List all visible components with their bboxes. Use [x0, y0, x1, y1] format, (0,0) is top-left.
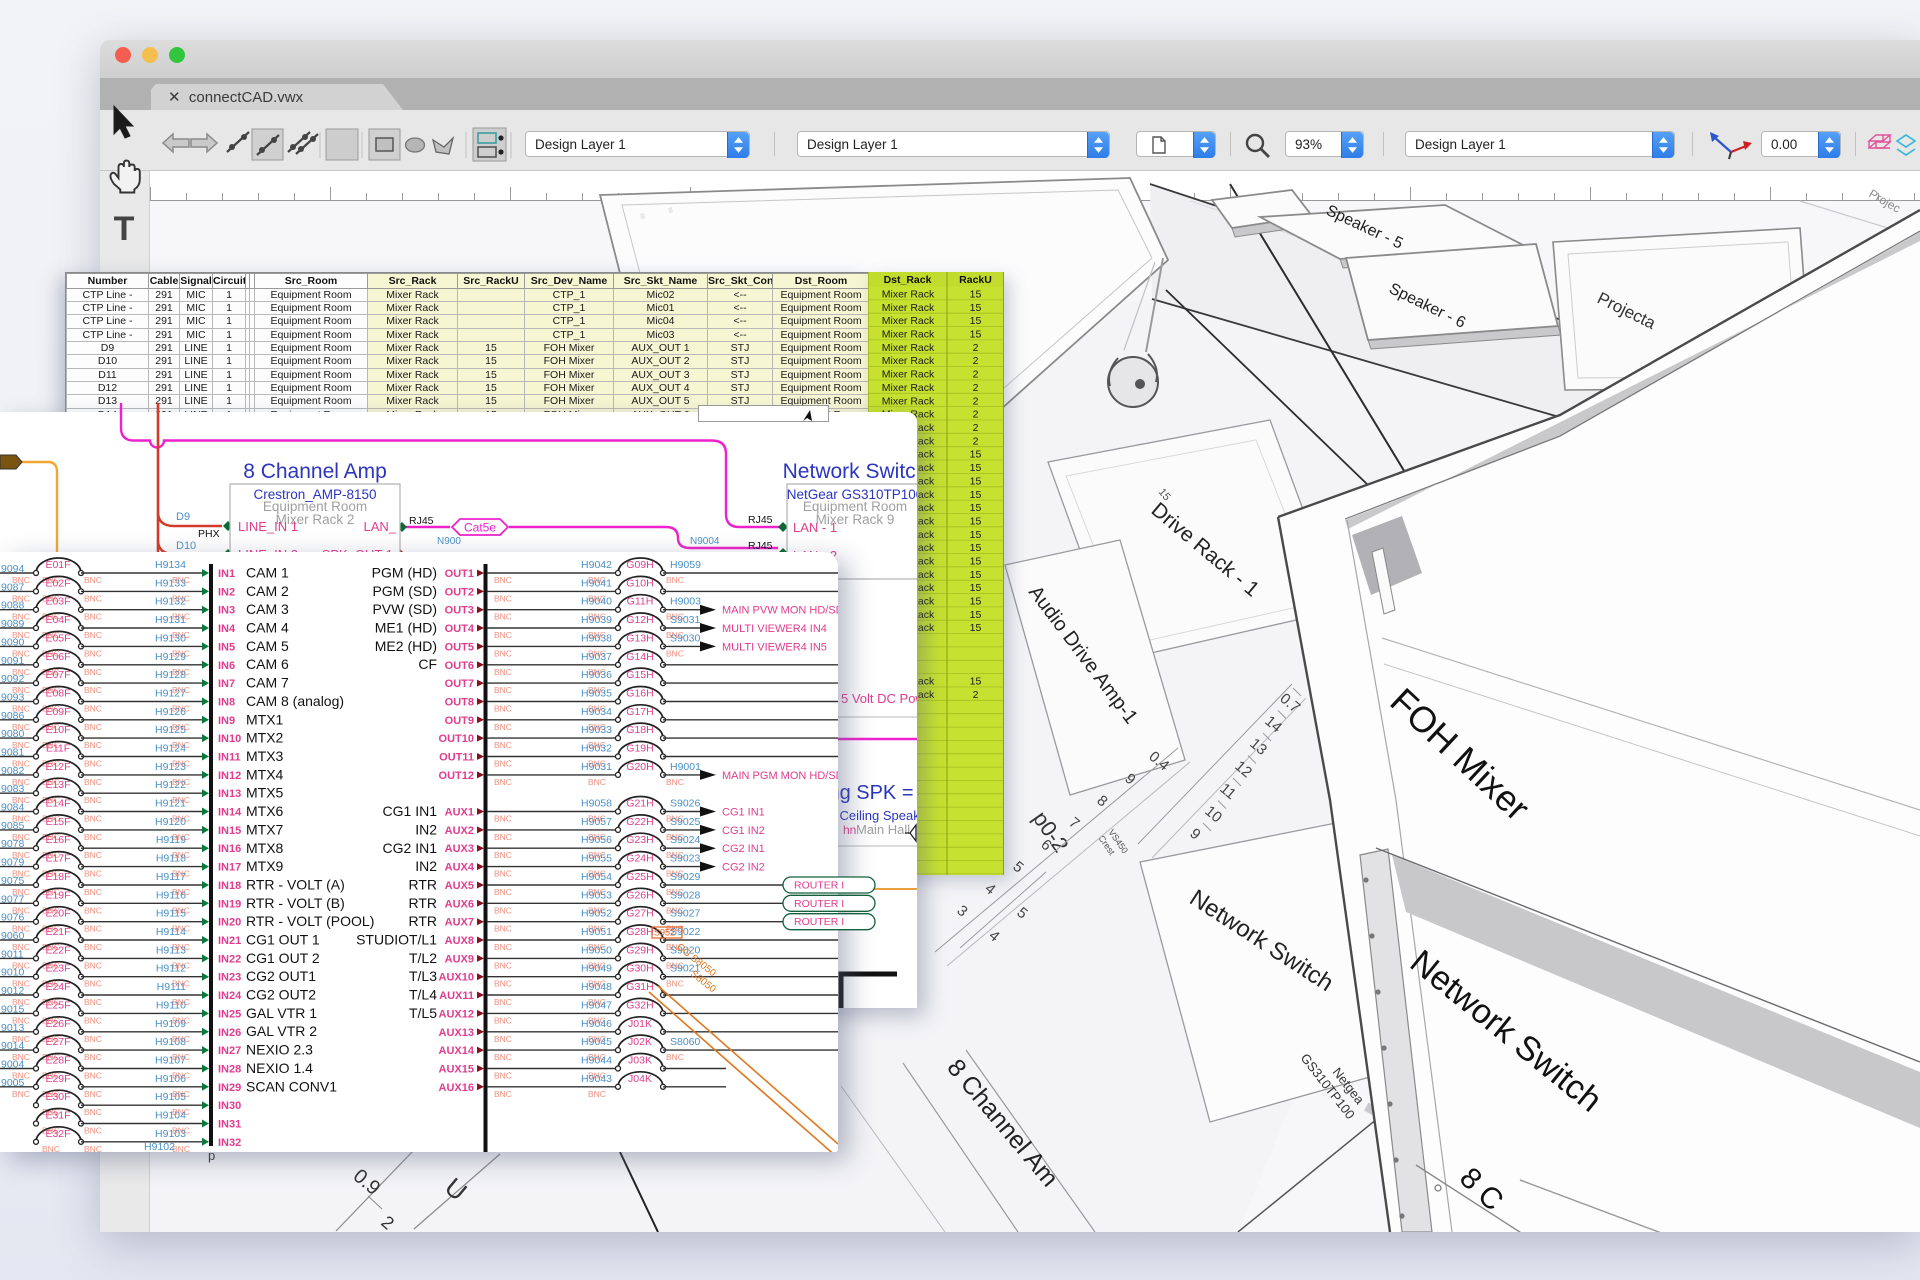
svg-text:15: 15 — [970, 529, 982, 541]
svg-text:15: 15 — [970, 289, 982, 301]
svg-text:2: 2 — [973, 382, 979, 394]
svg-text:15: 15 — [970, 542, 982, 554]
svg-text:15: 15 — [970, 502, 982, 514]
svg-text:ROUTER I: ROUTER I — [794, 916, 844, 928]
svg-text:2: 2 — [973, 409, 979, 421]
svg-text:2: 2 — [973, 342, 979, 354]
svg-text:15: 15 — [970, 475, 982, 487]
svg-text:ROUTER I: ROUTER I — [794, 898, 844, 910]
svg-text:RackU: RackU — [959, 274, 992, 286]
svg-text:15: 15 — [970, 449, 982, 461]
svg-text:15: 15 — [970, 315, 982, 327]
svg-text:15: 15 — [970, 302, 982, 314]
svg-text:15: 15 — [970, 489, 982, 501]
svg-text:15: 15 — [970, 676, 982, 688]
svg-text:2: 2 — [973, 395, 979, 407]
svg-text:15: 15 — [970, 462, 982, 474]
svg-text:2: 2 — [973, 689, 979, 701]
svg-text:15: 15 — [970, 329, 982, 341]
svg-text:2: 2 — [973, 422, 979, 434]
svg-text:15: 15 — [970, 515, 982, 527]
svg-text:15: 15 — [970, 582, 982, 594]
svg-text:15: 15 — [970, 556, 982, 568]
svg-text:2: 2 — [973, 355, 979, 367]
svg-text:15: 15 — [970, 569, 982, 581]
svg-text:2: 2 — [973, 369, 979, 381]
svg-text:ROUTER I: ROUTER I — [794, 880, 844, 892]
svg-text:2: 2 — [973, 435, 979, 447]
svg-text:15: 15 — [970, 609, 982, 621]
svg-text:15: 15 — [970, 596, 982, 608]
svg-text:15: 15 — [970, 622, 982, 634]
